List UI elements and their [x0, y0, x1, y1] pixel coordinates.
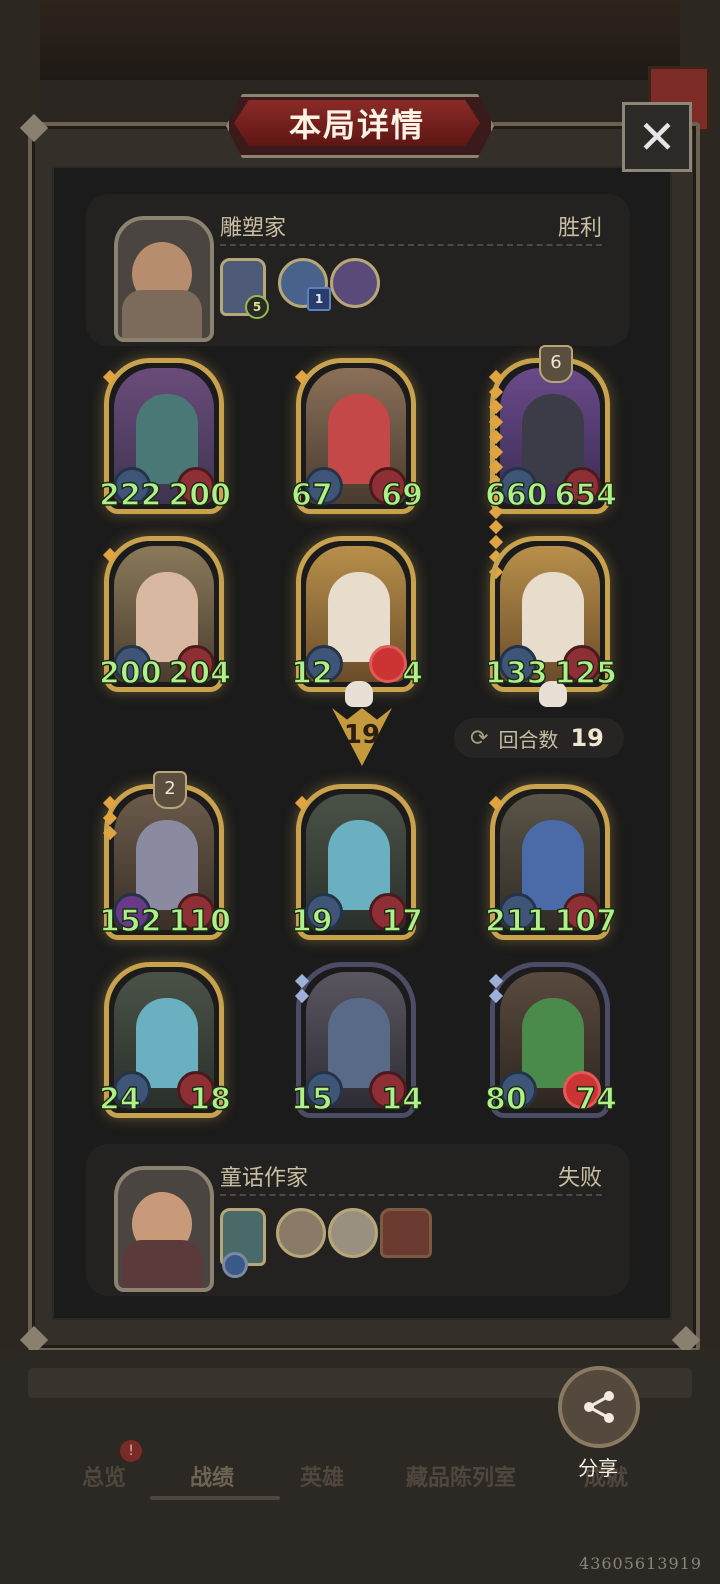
- minion-health: 654: [554, 477, 618, 513]
- close-icon: ✕: [637, 110, 677, 164]
- minion-attack: 19: [290, 903, 333, 939]
- minion-health: 204: [168, 655, 232, 691]
- minion-card[interactable]: 19 17: [290, 784, 424, 940]
- fish-trinket-icon[interactable]: 1: [278, 258, 331, 311]
- player-name: 雕塑家: [220, 216, 287, 241]
- nav-collection[interactable]: 藏品陈列室: [406, 1460, 516, 1492]
- minion-attack: 12: [290, 655, 333, 691]
- deathrattle-skull-icon: [345, 681, 373, 707]
- share-label: 分享: [578, 1456, 618, 1480]
- minion-card[interactable]: 12 4: [290, 536, 424, 707]
- minion-attack: 211: [484, 903, 548, 939]
- tier-stars: [488, 971, 504, 1006]
- minion-attack: 222: [98, 477, 162, 513]
- refresh-icon: ⟳: [470, 725, 489, 751]
- beast-trinket-icon[interactable]: [328, 1208, 378, 1258]
- minion-card[interactable]: 67 69: [290, 358, 424, 514]
- minion-card[interactable]: 2 152 110: [98, 771, 232, 940]
- top-backdrop: [0, 0, 720, 80]
- minion-card[interactable]: 222 200: [98, 358, 232, 514]
- minion-health: 107: [554, 903, 618, 939]
- tier-stars: [102, 545, 118, 565]
- minion-attack: 24: [98, 1081, 141, 1117]
- tier-stars: [294, 793, 310, 813]
- winner-panel: 雕塑家 胜利 5 1: [86, 194, 630, 346]
- tier-stars: [102, 367, 118, 387]
- storyteller-avatar[interactable]: [114, 1166, 214, 1292]
- tier-stars: [294, 971, 310, 1006]
- minion-attack: 15: [290, 1081, 333, 1117]
- minion-card[interactable]: 6 660 654: [484, 345, 618, 580]
- minion-attack: 80: [484, 1081, 527, 1117]
- hero-level-badge: 5: [245, 295, 269, 319]
- minion-card[interactable]: 211 107: [484, 784, 618, 940]
- player-name: 童话作家: [220, 1166, 309, 1191]
- tier-stars: [488, 793, 504, 813]
- minion-attack: 152: [98, 903, 162, 939]
- spellbook-trinket-icon[interactable]: [330, 258, 380, 308]
- avatar-body: [122, 290, 202, 338]
- minion-health: 74: [575, 1081, 618, 1117]
- nav-records[interactable]: 战绩: [190, 1460, 234, 1492]
- minion-health: 14: [381, 1081, 424, 1117]
- minion-health: 17: [381, 903, 424, 939]
- round-counter: ⟳ 回合数 19: [454, 718, 624, 758]
- nav-heroes[interactable]: 英雄: [300, 1460, 344, 1492]
- minion-attack: 133: [484, 655, 548, 691]
- title-banner-plate: 本局详情: [234, 100, 480, 146]
- share-icon: [584, 1391, 614, 1423]
- minion-card[interactable]: 200 204: [98, 536, 232, 692]
- sword-marker-icon: [222, 1252, 248, 1278]
- player-result: 失败: [557, 1166, 602, 1191]
- tier-stars: [102, 793, 118, 843]
- round-value: 19: [570, 724, 604, 752]
- level-badge: 2: [153, 771, 187, 809]
- share-button[interactable]: [558, 1366, 640, 1448]
- close-button[interactable]: ✕: [622, 102, 692, 172]
- avatar-body: [122, 1240, 202, 1288]
- hero-power-icon[interactable]: 5: [220, 258, 269, 319]
- minion-health: 18: [189, 1081, 232, 1117]
- minion-health: 69: [381, 477, 424, 513]
- trinket-count-badge: 1: [307, 287, 331, 311]
- page-title: 本局详情: [288, 106, 425, 144]
- minion-attack: 200: [98, 655, 162, 691]
- monster-trinket-icon[interactable]: [276, 1208, 326, 1258]
- active-tab-indicator: [150, 1496, 280, 1500]
- loser-panel: 童话作家 失败: [86, 1144, 630, 1296]
- minion-card[interactable]: 15 14: [290, 962, 424, 1118]
- sculptor-avatar[interactable]: [114, 216, 214, 342]
- player-result: 胜利: [557, 216, 602, 241]
- tier-stars: [294, 367, 310, 387]
- nav-overview[interactable]: 总览: [82, 1460, 126, 1492]
- minion-card[interactable]: 80 74: [484, 962, 618, 1118]
- minion-card[interactable]: 24 18: [98, 962, 232, 1118]
- round-label: 回合数: [498, 727, 559, 752]
- minion-attack: 67: [290, 477, 333, 513]
- notification-badge: !: [120, 1440, 142, 1462]
- divider: [220, 244, 602, 246]
- minion-card[interactable]: 133 125: [484, 536, 618, 707]
- minion-health: 4: [401, 655, 423, 691]
- user-id: 43605613919: [579, 1554, 702, 1573]
- storybook-trinket-icon[interactable]: [380, 1208, 432, 1258]
- minion-health: 125: [554, 655, 618, 691]
- level-badge: 6: [539, 345, 573, 383]
- minion-attack: 660: [484, 477, 548, 513]
- divider: [220, 1194, 602, 1196]
- minion-health: 200: [168, 477, 232, 513]
- minion-health: 110: [168, 903, 232, 939]
